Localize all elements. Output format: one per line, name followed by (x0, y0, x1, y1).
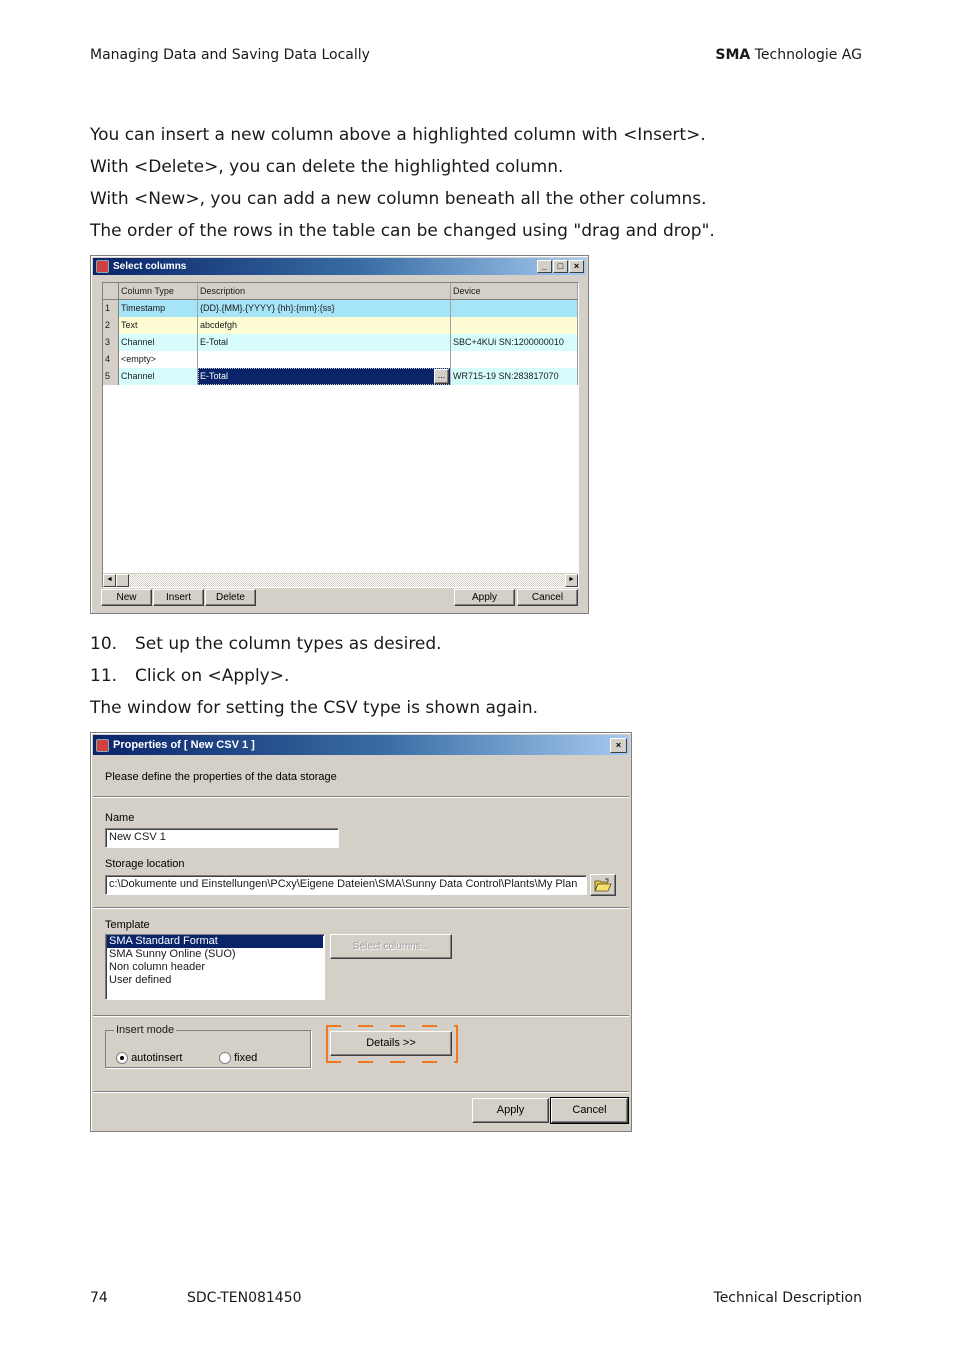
grid-row[interactable]: 5 Channel E-Total... WR715-19 SN:283817070 (103, 368, 578, 385)
intro-line-2: With <Delete>, you can delete the highli… (90, 157, 564, 177)
row-number: 3 (103, 334, 119, 351)
cell-column-type[interactable]: Timestamp (119, 300, 198, 317)
step-10: 10. Set up the column types as desired. (90, 634, 442, 654)
cell-column-type[interactable]: Text (119, 317, 198, 334)
cell-device[interactable] (451, 351, 578, 368)
app-icon (96, 260, 109, 273)
row-number: 4 (103, 351, 119, 368)
maximize-button[interactable]: □ (553, 260, 568, 273)
cell-description[interactable]: E-Total (198, 334, 451, 351)
grid-row[interactable]: 1 Timestamp {DD}.{MM}.{YYYY} {hh}:{mm}:{ss… (103, 300, 578, 317)
cancel-button[interactable]: Cancel (550, 1097, 629, 1124)
instruction-text: Please define the properties of the data… (105, 771, 337, 783)
radio-autoinsert[interactable]: autotinsert (116, 1052, 183, 1065)
open-folder-icon (594, 878, 612, 892)
scroll-thumb[interactable] (116, 574, 129, 587)
column-header-description[interactable]: Description (198, 283, 451, 300)
cancel-button[interactable]: Cancel (517, 589, 578, 606)
ellipsis-button[interactable]: ... (434, 369, 449, 384)
browse-folder-button[interactable] (590, 874, 616, 896)
step-text: Click on <Apply>. (135, 666, 290, 686)
step-text: Set up the column types as desired. (135, 634, 442, 654)
separator (93, 796, 629, 798)
name-input[interactable]: New CSV 1 (105, 828, 339, 848)
delete-button[interactable]: Delete (205, 589, 256, 606)
template-option[interactable]: SMA Standard Format (107, 935, 323, 948)
new-button[interactable]: New (101, 589, 152, 606)
grid-row[interactable]: 3 Channel E-Total SBC+4KUi SN:1200000010 (103, 334, 578, 351)
select-columns-window: Select columns _ □ × Column Type Descrip… (90, 255, 589, 614)
select-columns-titlebar[interactable]: Select columns _ □ × (93, 258, 586, 275)
step-number: 10. (90, 634, 118, 654)
cell-column-type[interactable]: <empty> (119, 351, 198, 368)
cell-device[interactable] (451, 317, 578, 334)
select-columns-button[interactable]: Select columns... (330, 934, 452, 959)
cell-device[interactable] (451, 300, 578, 317)
cell-description[interactable]: E-Total... (198, 368, 451, 385)
row-num-header (103, 283, 119, 300)
properties-window: Properties of [ New CSV 1 ] × Please def… (90, 732, 632, 1132)
properties-titlebar[interactable]: Properties of [ New CSV 1 ] × (93, 735, 629, 755)
page-number: 74 (90, 1290, 108, 1306)
separator (93, 1091, 629, 1093)
details-button[interactable]: Details >> (330, 1031, 452, 1056)
radio-button-checked[interactable] (116, 1052, 128, 1065)
row-number: 2 (103, 317, 119, 334)
app-icon (96, 738, 109, 752)
columns-grid: Column Type Description Device 1 Timestam… (102, 282, 579, 588)
template-listbox[interactable]: SMA Standard Format SMA Sunny Online (SU… (105, 934, 325, 1000)
intro-line-3: With <New>, you can add a new column ben… (90, 189, 707, 209)
radio-autoinsert-label: autotinsert (131, 1052, 183, 1064)
separator (93, 907, 629, 909)
intro-line-1: You can insert a new column above a high… (90, 125, 706, 145)
cell-description[interactable]: abcdefgh (198, 317, 451, 334)
company-bold: SMA (715, 47, 751, 63)
row-number: 5 (103, 368, 119, 385)
minimize-button[interactable]: _ (537, 260, 552, 273)
close-button[interactable]: × (610, 738, 627, 753)
scroll-left-button[interactable]: ◄ (103, 574, 116, 587)
grid-row[interactable]: 4 <empty> (103, 351, 578, 368)
row-number: 1 (103, 300, 119, 317)
storage-location-input[interactable]: c:\Dokumente und Einstellungen\PCxy\Eige… (105, 875, 587, 895)
window-title: Select columns (113, 261, 187, 272)
step-number: 11. (90, 666, 118, 686)
after-steps-text: The window for setting the CSV type is s… (90, 698, 539, 718)
cell-column-type[interactable]: Channel (119, 368, 198, 385)
template-option[interactable]: Non column header (107, 961, 323, 974)
step-11: 11. Click on <Apply>. (90, 666, 289, 686)
grid-header: Column Type Description Device (103, 283, 578, 300)
cell-device[interactable]: WR715-19 SN:283817070 (451, 368, 578, 385)
separator (93, 1015, 629, 1017)
close-button[interactable]: × (569, 260, 584, 273)
document-id: SDC-TEN081450 (187, 1290, 302, 1306)
insert-mode-label: Insert mode (116, 1024, 175, 1036)
scroll-right-button[interactable]: ► (565, 574, 578, 587)
storage-location-label: Storage location (105, 858, 185, 870)
insert-button[interactable]: Insert (153, 589, 204, 606)
horizontal-scrollbar[interactable]: ◄ ► (103, 573, 578, 587)
name-label: Name (105, 812, 135, 824)
apply-button[interactable]: Apply (472, 1098, 549, 1123)
apply-button[interactable]: Apply (454, 589, 515, 606)
cell-description[interactable]: {DD}.{MM}.{YYYY} {hh}:{mm}:{ss} (198, 300, 451, 317)
grid-row[interactable]: 2 Text abcdefgh (103, 317, 578, 334)
radio-fixed-label: fixed (234, 1052, 258, 1064)
template-option[interactable]: SMA Sunny Online (SUO) (107, 948, 323, 961)
running-header-title: Managing Data and Saving Data Locally (90, 47, 370, 63)
window-title: Properties of [ New CSV 1 ] (113, 739, 255, 751)
cell-device[interactable]: SBC+4KUi SN:1200000010 (451, 334, 578, 351)
cell-column-type[interactable]: Channel (119, 334, 198, 351)
running-header-company: SMA Technologie AG (715, 47, 862, 63)
radio-fixed[interactable]: fixed (219, 1052, 258, 1065)
radio-button-unchecked[interactable] (219, 1052, 231, 1065)
column-header-type[interactable]: Column Type (119, 283, 198, 300)
company-rest: Technologie AG (750, 47, 862, 63)
cell-description[interactable] (198, 351, 451, 368)
footer-title: Technical Description (713, 1290, 862, 1306)
template-label: Template (105, 919, 150, 931)
column-header-device[interactable]: Device (451, 283, 578, 300)
template-option[interactable]: User defined (107, 974, 323, 987)
intro-line-4: The order of the rows in the table can b… (90, 221, 715, 241)
